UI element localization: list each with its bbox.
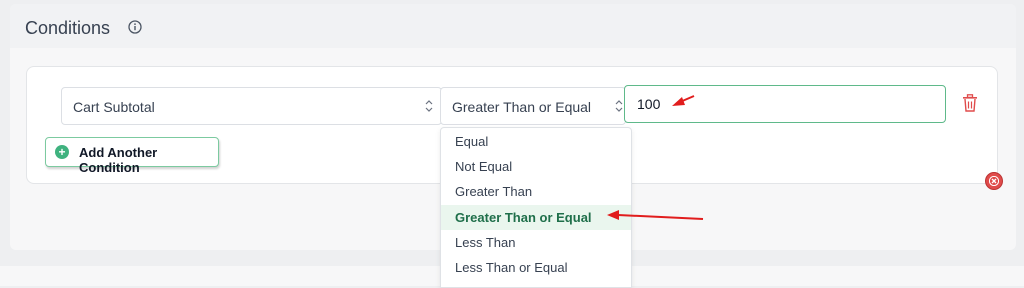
operator-dropdown: Equal Not Equal Greater Than Greater Tha… bbox=[440, 127, 632, 288]
info-icon[interactable] bbox=[128, 20, 142, 34]
trash-icon[interactable] bbox=[962, 94, 978, 112]
chevron-up-down-icon bbox=[424, 98, 434, 114]
close-icon[interactable] bbox=[985, 172, 1003, 190]
operator-select[interactable]: Greater Than or Equal bbox=[440, 87, 626, 125]
field-select[interactable]: Cart Subtotal bbox=[61, 87, 442, 125]
dropdown-option[interactable]: Less Than bbox=[441, 230, 631, 255]
dropdown-option[interactable]: Equal bbox=[441, 129, 631, 154]
chevron-up-down-icon bbox=[614, 98, 624, 114]
panel-header: Conditions bbox=[10, 4, 1016, 48]
field-select-value: Cart Subtotal bbox=[73, 99, 155, 115]
dropdown-option-selected[interactable]: Greater Than or Equal bbox=[441, 205, 631, 230]
add-condition-label: Add Another Condition bbox=[79, 145, 158, 175]
value-input[interactable] bbox=[624, 85, 946, 123]
page-title: Conditions bbox=[25, 18, 111, 38]
dropdown-option[interactable]: Greater Than bbox=[441, 179, 631, 204]
dropdown-option[interactable]: Not Equal bbox=[441, 154, 631, 179]
plus-circle-icon: + bbox=[55, 145, 69, 159]
operator-select-value: Greater Than or Equal bbox=[452, 99, 592, 115]
add-condition-button[interactable]: + Add Another Condition bbox=[45, 137, 219, 175]
dropdown-option[interactable]: Less Than or Equal bbox=[441, 255, 631, 280]
